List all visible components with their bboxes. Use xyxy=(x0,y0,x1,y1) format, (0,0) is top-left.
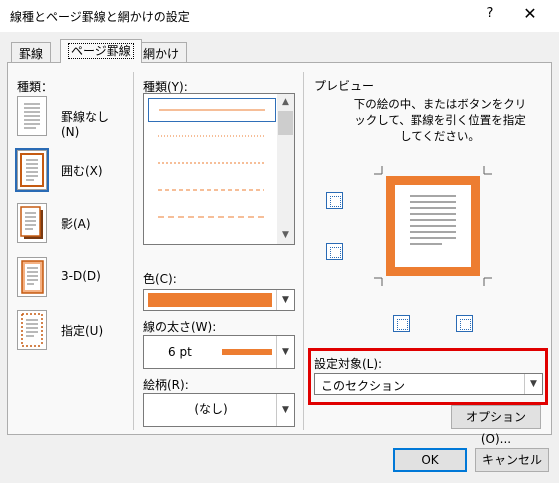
settings-label: 種類： xyxy=(17,80,54,94)
art-value: (なし) xyxy=(194,402,228,416)
tab-borders-label: 罫線 xyxy=(19,47,44,61)
bottom-border-button[interactable] xyxy=(326,243,343,260)
tab-shading-label: 網かけ xyxy=(143,47,180,61)
width-sample-line xyxy=(222,349,272,355)
setting-none-label: 罫線なし(N) xyxy=(61,110,110,139)
preview-page[interactable] xyxy=(386,176,480,276)
tab-page-border-label: ページ罫線 xyxy=(68,43,134,59)
setting-shadow[interactable]: 影(A) xyxy=(17,203,127,245)
setting-none[interactable]: 罫線なし(N) xyxy=(17,96,127,139)
style-list[interactable]: ▲ ▼ xyxy=(143,93,295,245)
setting-custom[interactable]: 指定(U) xyxy=(17,310,127,352)
left-border-button[interactable] xyxy=(393,315,410,332)
3d-border-icon xyxy=(17,257,47,297)
shadow-border-icon xyxy=(17,203,47,243)
help-button[interactable]: ? xyxy=(478,6,502,26)
preview-description: 下の絵の中、またはボタンをクリックして、罫線を引く位置を指定してください。 xyxy=(353,97,527,143)
no-border-icon xyxy=(17,96,47,136)
style-option-fine-dash[interactable] xyxy=(148,152,276,176)
window-title: 線種とページ罫線と網かけの設定 xyxy=(10,10,190,24)
scroll-down-icon[interactable]: ▼ xyxy=(277,227,294,244)
color-swatch xyxy=(148,293,272,307)
box-border-icon xyxy=(15,148,49,192)
preview-text-line xyxy=(410,201,456,203)
tab-borders[interactable]: 罫線 xyxy=(11,42,52,62)
apply-to-value: このセクション xyxy=(321,379,406,393)
setting-3d-label: 3-D(D) xyxy=(61,269,101,283)
ok-button[interactable]: OK xyxy=(393,448,467,472)
divider-right xyxy=(303,72,304,430)
divider-left xyxy=(133,72,134,430)
chevron-down-icon[interactable]: ▼ xyxy=(276,394,294,426)
close-button[interactable]: ✕ xyxy=(518,4,542,26)
art-dropdown[interactable]: (なし) ▼ xyxy=(143,393,295,427)
style-option-dash[interactable] xyxy=(148,179,276,203)
scroll-up-icon[interactable]: ▲ xyxy=(277,94,294,111)
tab-shading[interactable]: 網かけ xyxy=(135,42,188,62)
tab-page-border[interactable]: ページ罫線 xyxy=(60,39,142,63)
preview-text-line xyxy=(410,237,456,239)
preview-text-line xyxy=(410,219,456,221)
style-option-long-dash[interactable] xyxy=(148,206,276,230)
scroll-thumb[interactable] xyxy=(278,111,293,135)
width-label: 線の太さ(W): xyxy=(143,320,217,334)
chevron-down-icon[interactable]: ▼ xyxy=(276,290,294,310)
style-option-solid[interactable] xyxy=(148,98,276,122)
chevron-down-icon[interactable]: ▼ xyxy=(524,374,542,394)
setting-custom-label: 指定(U) xyxy=(61,324,104,338)
preview-text-line xyxy=(410,207,456,209)
width-value: 6 pt xyxy=(168,345,192,359)
preview-text-line xyxy=(410,225,456,227)
setting-shadow-label: 影(A) xyxy=(61,217,91,231)
preview-text-line xyxy=(410,231,456,233)
options-button[interactable]: オプション(O)... xyxy=(451,405,541,446)
setting-box-label: 囲む(X) xyxy=(61,164,103,178)
apply-to-label: 設定対象(L): xyxy=(314,357,383,371)
right-border-button[interactable] xyxy=(456,315,473,332)
apply-to-dropdown[interactable]: このセクション ▼ xyxy=(314,373,543,395)
preview-label: プレビュー xyxy=(314,79,375,93)
width-dropdown[interactable]: 6 pt ▼ xyxy=(143,335,295,369)
custom-border-icon xyxy=(17,310,47,350)
setting-3d[interactable]: 3-D(D) xyxy=(17,257,127,299)
preview-text-line xyxy=(410,243,442,245)
preview-text-line xyxy=(410,213,456,215)
art-label: 絵柄(R): xyxy=(143,378,189,392)
preview-text-line xyxy=(410,195,456,197)
top-border-button[interactable] xyxy=(326,192,343,209)
setting-box[interactable]: 囲む(X) xyxy=(15,148,127,192)
chevron-down-icon[interactable]: ▼ xyxy=(276,336,294,368)
style-scrollbar[interactable]: ▲ ▼ xyxy=(277,94,294,244)
color-label: 色(C): xyxy=(143,272,177,286)
color-dropdown[interactable]: ▼ xyxy=(143,289,295,311)
style-option-dotted[interactable] xyxy=(148,125,276,149)
cancel-button[interactable]: キャンセル xyxy=(475,448,549,472)
